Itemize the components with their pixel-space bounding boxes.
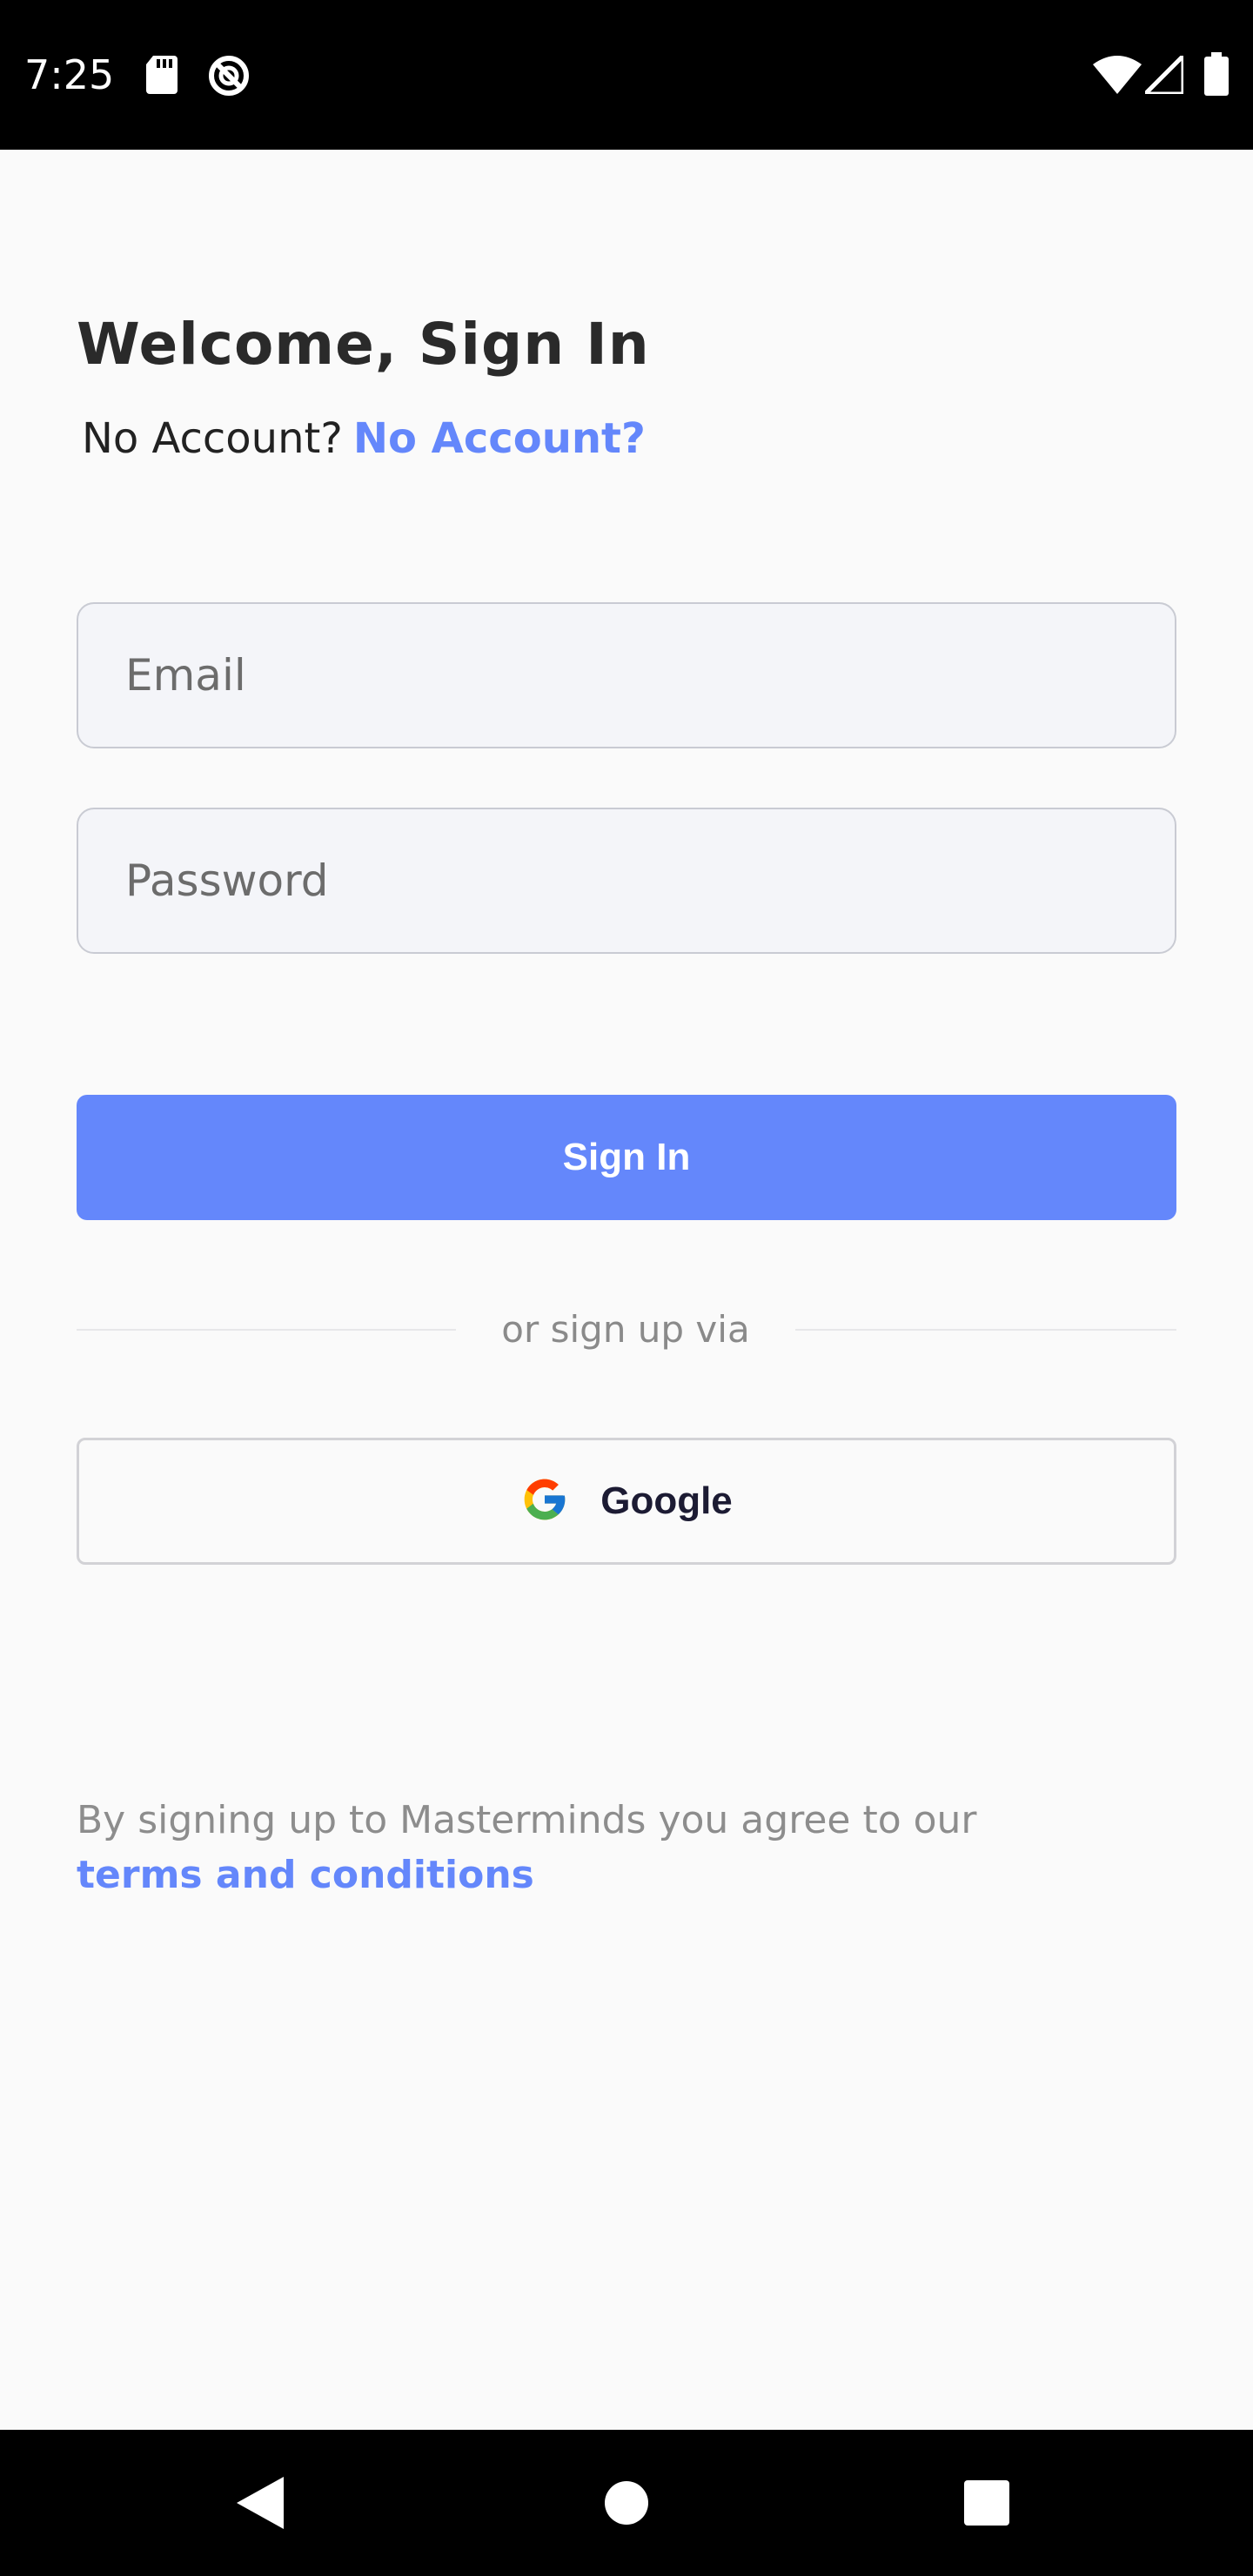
back-icon[interactable] (237, 2477, 284, 2533)
sd-card-icon (146, 56, 178, 98)
cell-signal-icon (1139, 50, 1186, 98)
password-field[interactable] (77, 808, 1176, 954)
terms-notice: By signing up to Masterminds you agree t… (77, 1793, 1121, 1902)
do-not-disturb-icon (207, 54, 251, 102)
sign-up-link[interactable]: No Account? (353, 414, 646, 463)
status-bar: 7:25 (0, 0, 1253, 150)
google-sign-up-button[interactable]: Google (77, 1438, 1176, 1565)
sign-in-button[interactable]: Sign In (77, 1095, 1176, 1220)
wifi-icon (1093, 56, 1142, 98)
no-account-prompt: No Account? (82, 414, 343, 463)
divider-text: or sign up via (501, 1308, 750, 1351)
divider-line-left (77, 1329, 456, 1331)
google-logo-icon (520, 1475, 569, 1528)
divider-line-right (795, 1329, 1176, 1331)
navigation-bar (0, 2430, 1253, 2576)
terms-text: By signing up to Masterminds you agree t… (77, 1798, 977, 1842)
status-time: 7:25 (24, 51, 115, 98)
google-label: Google (600, 1479, 733, 1522)
page-title: Welcome, Sign In (77, 311, 650, 378)
recents-icon[interactable] (964, 2480, 1009, 2530)
battery-icon (1204, 52, 1229, 100)
no-account-row: No Account? No Account? (82, 411, 646, 466)
home-icon[interactable] (604, 2480, 649, 2530)
email-field[interactable] (77, 602, 1176, 748)
terms-link[interactable]: terms and conditions (77, 1848, 1121, 1902)
sign-in-screen: Welcome, Sign In No Account? No Account? … (0, 150, 1253, 2430)
